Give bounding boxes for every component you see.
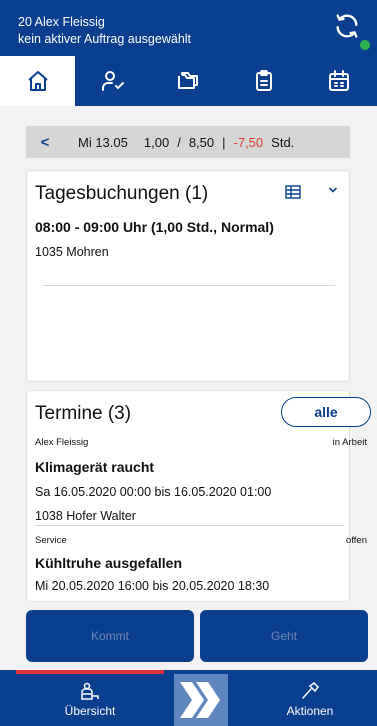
- user-name: 20 Alex Fleissig: [18, 15, 105, 29]
- table-view-icon[interactable]: [285, 185, 301, 199]
- nav-actions-label: Aktionen: [286, 704, 334, 718]
- forward-chevrons-icon: [180, 682, 220, 718]
- app-header: 20 Alex Fleissig kein aktiver Auftrag au…: [0, 0, 377, 56]
- previous-day-button[interactable]: <: [32, 134, 58, 151]
- hours-target: 8,50: [188, 134, 215, 150]
- show-all-button[interactable]: alle: [281, 397, 371, 427]
- hammer-icon: [302, 682, 319, 699]
- online-status-dot: [360, 40, 370, 50]
- hours-actual: 1,00: [143, 134, 170, 150]
- main-tabs: [0, 56, 377, 106]
- tab-employee[interactable]: [75, 56, 150, 106]
- booking-entry-customer: 1035 Mohren: [35, 245, 109, 259]
- chevron-down-icon[interactable]: [327, 184, 339, 196]
- nav-overview[interactable]: Übersicht: [60, 682, 120, 718]
- double-chevron-icon[interactable]: [174, 674, 228, 726]
- appointment-status: in Arbeit: [332, 437, 367, 448]
- hours-difference: -7,50: [233, 134, 264, 150]
- appointments-title: Termine (3): [35, 403, 132, 424]
- user-check-icon: [102, 71, 125, 91]
- active-order-status: kein aktiver Auftrag ausgewählt: [18, 32, 192, 46]
- tab-projects[interactable]: [151, 56, 226, 106]
- appointment-title: Kühltruhe ausgefallen: [35, 555, 183, 571]
- current-date: Mi 13.05: [78, 134, 128, 150]
- nav-overview-label: Übersicht: [64, 704, 116, 718]
- day-summary-bar: < Mi 13.05 1,00 / 8,50 | -7,50 Std.: [26, 126, 350, 158]
- appointment-status: offen: [346, 535, 367, 546]
- sync-icon[interactable]: [333, 12, 361, 40]
- divider: [35, 525, 345, 526]
- home-icon: [28, 71, 48, 91]
- hours-separator: /: [177, 134, 181, 150]
- active-section-indicator: [16, 670, 164, 674]
- tab-calendar[interactable]: [302, 56, 377, 106]
- appointment-owner: Alex Fleissig: [35, 437, 89, 448]
- calendar-icon: [329, 70, 350, 91]
- appointments-card: Termine (3) alle Alex Fleissig in Arbeit…: [26, 390, 371, 602]
- tab-tasks[interactable]: [226, 56, 301, 106]
- folder-icon: [178, 72, 199, 89]
- nav-actions[interactable]: Aktionen: [280, 682, 340, 718]
- kommt-button[interactable]: Kommt: [26, 610, 194, 662]
- appointment-customer: 1038 Hofer Walter: [35, 509, 136, 523]
- tab-home[interactable]: [0, 56, 76, 106]
- geht-button[interactable]: Geht: [200, 610, 368, 662]
- appointment-time: Sa 16.05.2020 00:00 bis 16.05.2020 01:00: [35, 485, 272, 499]
- bottom-navigation: Übersicht Aktionen: [0, 670, 377, 726]
- hours-unit: Std.: [271, 134, 295, 150]
- appointment-time: Mi 20.05.2020 16:00 bis 20.05.2020 18:30: [35, 579, 270, 593]
- clipboard-icon: [255, 70, 272, 91]
- booking-entry-title[interactable]: 08:00 - 09:00 Uhr (1,00 Std., Normal): [35, 219, 274, 235]
- value-divider: |: [222, 134, 226, 150]
- appointment-title: Klimagerät raucht: [35, 459, 155, 475]
- appointment-owner: Service: [35, 535, 67, 546]
- daily-bookings-card: Tagesbuchungen (1) 08:00 - 09:00 Uhr (1,…: [26, 170, 350, 382]
- overview-icon: [81, 682, 99, 700]
- daily-bookings-title: Tagesbuchungen (1): [35, 183, 209, 204]
- divider: [43, 285, 335, 286]
